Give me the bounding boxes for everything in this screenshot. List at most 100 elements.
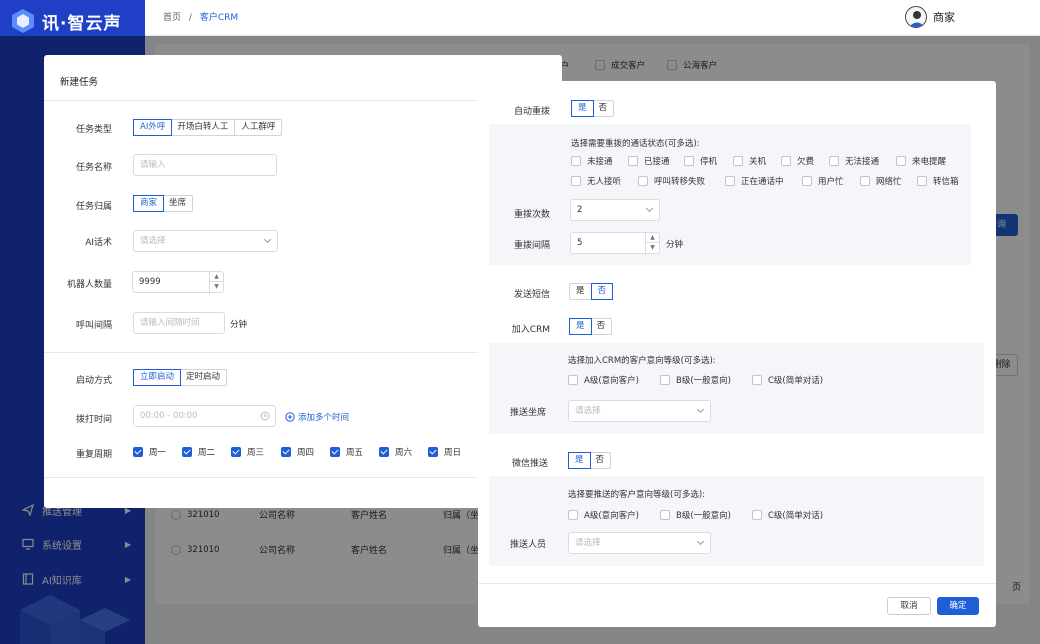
wechat-level-c[interactable]: C级(简单对话): [752, 509, 823, 521]
ai-script-select[interactable]: 请选择: [133, 230, 278, 252]
wechat-level-a[interactable]: A级(意向客户): [568, 509, 639, 521]
logo-icon: [12, 9, 34, 33]
call-interval-unit: 分钟: [230, 320, 248, 330]
option-yes[interactable]: 是: [568, 452, 591, 469]
wechat-level-b[interactable]: B级(一般意向): [660, 509, 731, 521]
crm-hint: 选择加入CRM的客户意向等级(可多选):: [568, 356, 716, 366]
chevron-down-icon: [263, 235, 272, 244]
weekday-sun[interactable]: 周日: [428, 446, 461, 458]
option-no[interactable]: 否: [590, 453, 611, 468]
auto-redial-toggle[interactable]: 是 否: [571, 100, 615, 117]
avatar: [905, 6, 927, 28]
state-arrears[interactable]: 欠费: [781, 155, 814, 167]
weekday-tue[interactable]: 周二: [182, 446, 215, 458]
clock-icon: [260, 411, 270, 421]
dial-time-range[interactable]: 00:00 - 00:00: [133, 405, 276, 427]
weekday-mon[interactable]: 周一: [133, 446, 166, 458]
task-type-selector[interactable]: AI外呼 开场白转人工 人工群呼: [133, 119, 283, 136]
option-yes[interactable]: 是: [571, 100, 594, 117]
chevron-down-icon: [696, 537, 705, 546]
task-type-ai-call[interactable]: AI外呼: [133, 119, 173, 136]
wechat-push-label: 微信推送: [511, 459, 548, 469]
weekday-fri[interactable]: 周五: [330, 446, 363, 458]
start-mode-label: 启动方式: [75, 376, 112, 386]
redial-interval-label: 重拨间隔: [513, 241, 550, 251]
push-seat-label: 推送坐席: [509, 408, 546, 418]
owner-seat[interactable]: 坐席: [163, 196, 192, 211]
state-power-off[interactable]: 关机: [733, 155, 766, 167]
state-no-answer-connect[interactable]: 未接通: [571, 155, 613, 167]
start-mode-selector[interactable]: 立即启动 定时启动: [133, 369, 228, 386]
wechat-panel: [489, 476, 984, 566]
crm-level-b[interactable]: B级(一般意向): [660, 374, 731, 386]
plus-circle-icon: [285, 412, 295, 422]
wechat-hint: 选择要推送的客户意向等级(可多选):: [568, 490, 705, 500]
call-interval-input[interactable]: 请输入间隔时间: [133, 312, 225, 334]
stepper-up-icon[interactable]: ▲: [210, 272, 223, 282]
redial-panel: [489, 124, 971, 265]
task-type-manual-group[interactable]: 人工群呼: [235, 120, 281, 135]
send-sms-label: 发送短信: [513, 290, 550, 300]
robot-count-label: 机器人数量: [66, 280, 112, 290]
dialog-title: 新建任务: [60, 77, 99, 88]
owner-merchant[interactable]: 商家: [133, 195, 165, 212]
push-person-select[interactable]: 请选择: [568, 532, 711, 554]
push-seat-select[interactable]: 请选择: [568, 400, 711, 422]
breadcrumb: 首页 / 客户CRM: [163, 10, 238, 23]
add-time-link[interactable]: 添加多个时间: [285, 411, 349, 423]
owner-selector[interactable]: 商家 坐席: [133, 195, 194, 212]
state-forward-failed[interactable]: 呼叫转移失败: [638, 175, 705, 187]
weekday-wed[interactable]: 周三: [231, 446, 264, 458]
join-crm-label: 加入CRM: [511, 325, 550, 335]
redial-hint: 选择需要重拨的通话状态(可多选):: [571, 139, 700, 149]
breadcrumb-separator: /: [188, 13, 192, 23]
stepper-down-icon[interactable]: ▼: [210, 282, 223, 292]
state-connected[interactable]: 已接通: [628, 155, 670, 167]
crm-panel: [489, 343, 984, 434]
option-yes[interactable]: 是: [570, 284, 592, 299]
start-scheduled[interactable]: 定时启动: [180, 370, 226, 385]
task-name-input[interactable]: 请输入: [133, 154, 277, 176]
state-in-call[interactable]: 正在通话中: [725, 175, 784, 187]
logo-text: 讯·智云声: [42, 13, 122, 34]
state-network-busy[interactable]: 网络忙: [860, 175, 902, 187]
auto-redial-label: 自动重拨: [513, 107, 550, 117]
crm-level-a[interactable]: A级(意向客户): [568, 374, 639, 386]
redial-settings-dialog: 自动重拨 是 否 选择需要重拨的通话状态(可多选): 未接通 已接通 停机 关机…: [478, 81, 996, 627]
weekday-sat[interactable]: 周六: [379, 446, 412, 458]
wechat-push-toggle[interactable]: 是 否: [568, 452, 612, 469]
stepper-up-icon[interactable]: ▲: [646, 233, 659, 243]
chevron-down-icon: [696, 405, 705, 414]
task-type-opening-transfer[interactable]: 开场白转人工: [171, 120, 236, 135]
state-user-busy[interactable]: 用户忙: [802, 175, 844, 187]
send-sms-toggle[interactable]: 是 否: [569, 283, 614, 300]
user-icon: [909, 11, 925, 27]
confirm-button[interactable]: 确定: [937, 597, 979, 615]
task-name-label: 任务名称: [75, 163, 112, 173]
option-yes[interactable]: 是: [569, 318, 592, 335]
user-name: 商家: [933, 11, 955, 24]
start-immediately[interactable]: 立即启动: [133, 369, 182, 386]
breadcrumb-home[interactable]: 首页: [163, 13, 181, 23]
state-suspended[interactable]: 停机: [684, 155, 717, 167]
robot-count-stepper[interactable]: 9999 ▲ ▼: [132, 271, 224, 294]
redial-times-select[interactable]: 2: [570, 199, 660, 221]
state-unreachable[interactable]: 无法接通: [829, 155, 879, 167]
breadcrumb-current: 客户CRM: [199, 13, 239, 23]
stepper-down-icon[interactable]: ▼: [646, 243, 659, 253]
join-crm-toggle[interactable]: 是 否: [569, 318, 613, 335]
crm-level-c[interactable]: C级(简单对话): [752, 374, 823, 386]
user-menu[interactable]: 商家: [905, 6, 955, 28]
redial-interval-stepper[interactable]: 5 ▲ ▼: [570, 232, 660, 255]
owner-label: 任务归属: [75, 202, 112, 212]
state-call-reminder[interactable]: 来电提醒: [896, 155, 946, 167]
cancel-button[interactable]: 取消: [887, 597, 931, 615]
weekday-thu[interactable]: 周四: [281, 446, 314, 458]
repeat-cycle-label: 重复周期: [75, 450, 112, 460]
redial-times-label: 重拨次数: [513, 210, 550, 220]
option-no[interactable]: 否: [593, 101, 614, 116]
state-no-answer[interactable]: 无人接听: [571, 175, 621, 187]
state-voicemail[interactable]: 转信箱: [917, 175, 959, 187]
option-no[interactable]: 否: [591, 319, 612, 334]
option-no[interactable]: 否: [590, 283, 614, 300]
